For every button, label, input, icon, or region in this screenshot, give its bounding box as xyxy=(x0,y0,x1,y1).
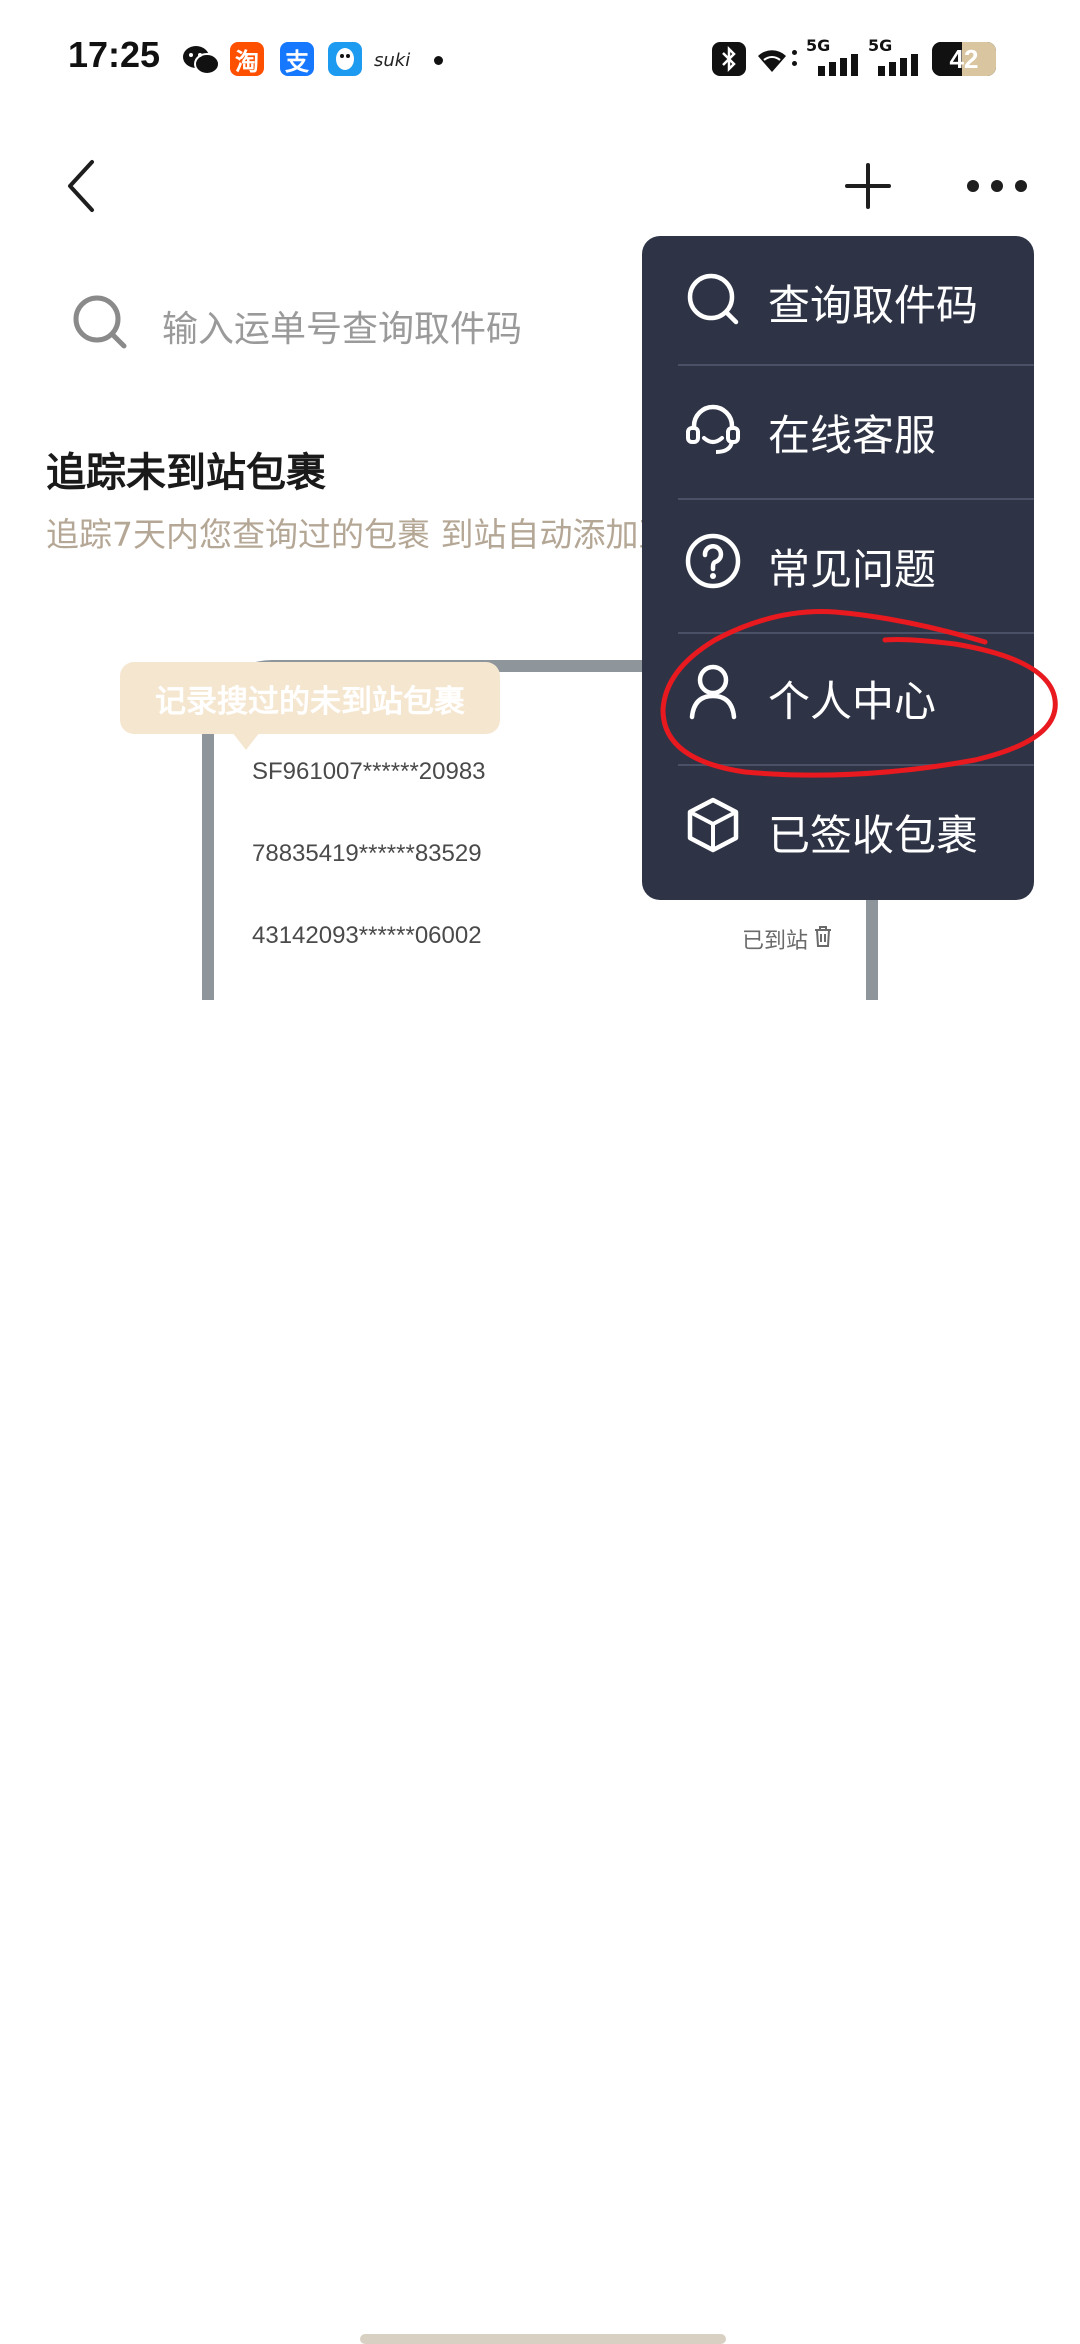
menu-item-label: 常见问题 xyxy=(768,544,937,594)
battery-level: 42 xyxy=(949,44,979,74)
signal-separator xyxy=(792,50,798,70)
menu-item-label: 查询取件码 xyxy=(768,280,979,330)
illustration-bubble: 记录搜过的未到站包裹 xyxy=(120,662,500,734)
package-number: 78835419******83529 xyxy=(252,840,482,867)
add-button[interactable] xyxy=(838,156,898,216)
menu-item-online-service[interactable]: 在线客服 xyxy=(642,366,1034,498)
network-type-2: 5G xyxy=(868,36,893,55)
section-title: 追踪未到站包裹 xyxy=(46,450,326,496)
bluetooth-icon xyxy=(712,42,746,76)
menu-item-label: 已签收包裹 xyxy=(768,810,979,860)
bubble-tail xyxy=(232,732,260,750)
more-button[interactable] xyxy=(962,166,1032,206)
headset-icon xyxy=(686,404,740,454)
chevron-left-icon xyxy=(68,160,94,212)
home-indicator[interactable] xyxy=(360,2334,726,2344)
search-icon xyxy=(687,273,739,325)
package-number: SF961007******20983 xyxy=(252,758,486,785)
battery-icon: 42 xyxy=(932,42,996,76)
signal-icon-1 xyxy=(818,54,860,76)
package-number: 43142093******06002 xyxy=(252,922,482,949)
more-dots-icon xyxy=(967,180,1027,192)
section-subtitle: 追踪7天内您查询过的包裹 到站自动添加至首页 xyxy=(46,515,738,554)
signal-icon-2 xyxy=(878,54,920,76)
taobao-icon: 淘 xyxy=(230,42,264,76)
qq-icon xyxy=(328,42,362,76)
popup-menu: 查询取件码 在线客服 常见问题 个人中心 已签收包裹 xyxy=(642,236,1034,900)
menu-item-signed-packages[interactable]: 已签收包裹 xyxy=(642,766,1034,898)
suki-icon: suki xyxy=(374,50,411,71)
search-input[interactable]: 输入运单号查询取件码 xyxy=(162,300,522,352)
alipay-icon: 支 xyxy=(280,42,314,76)
wifi-icon xyxy=(756,44,788,76)
wechat-icon xyxy=(182,44,220,76)
trash-icon xyxy=(812,924,834,948)
question-icon xyxy=(685,533,741,589)
network-type-1: 5G xyxy=(806,36,831,55)
box-icon xyxy=(687,797,739,853)
menu-item-query-pickup-code[interactable]: 查询取件码 xyxy=(642,236,1034,368)
plus-icon xyxy=(845,163,891,209)
menu-item-label: 在线客服 xyxy=(768,410,937,460)
package-status: 已到站 xyxy=(742,929,809,954)
back-button[interactable] xyxy=(52,156,112,216)
annotation-circle xyxy=(660,609,1058,778)
search-icon xyxy=(70,292,130,352)
notification-dot xyxy=(434,56,443,65)
status-time: 17:25 xyxy=(68,34,161,75)
